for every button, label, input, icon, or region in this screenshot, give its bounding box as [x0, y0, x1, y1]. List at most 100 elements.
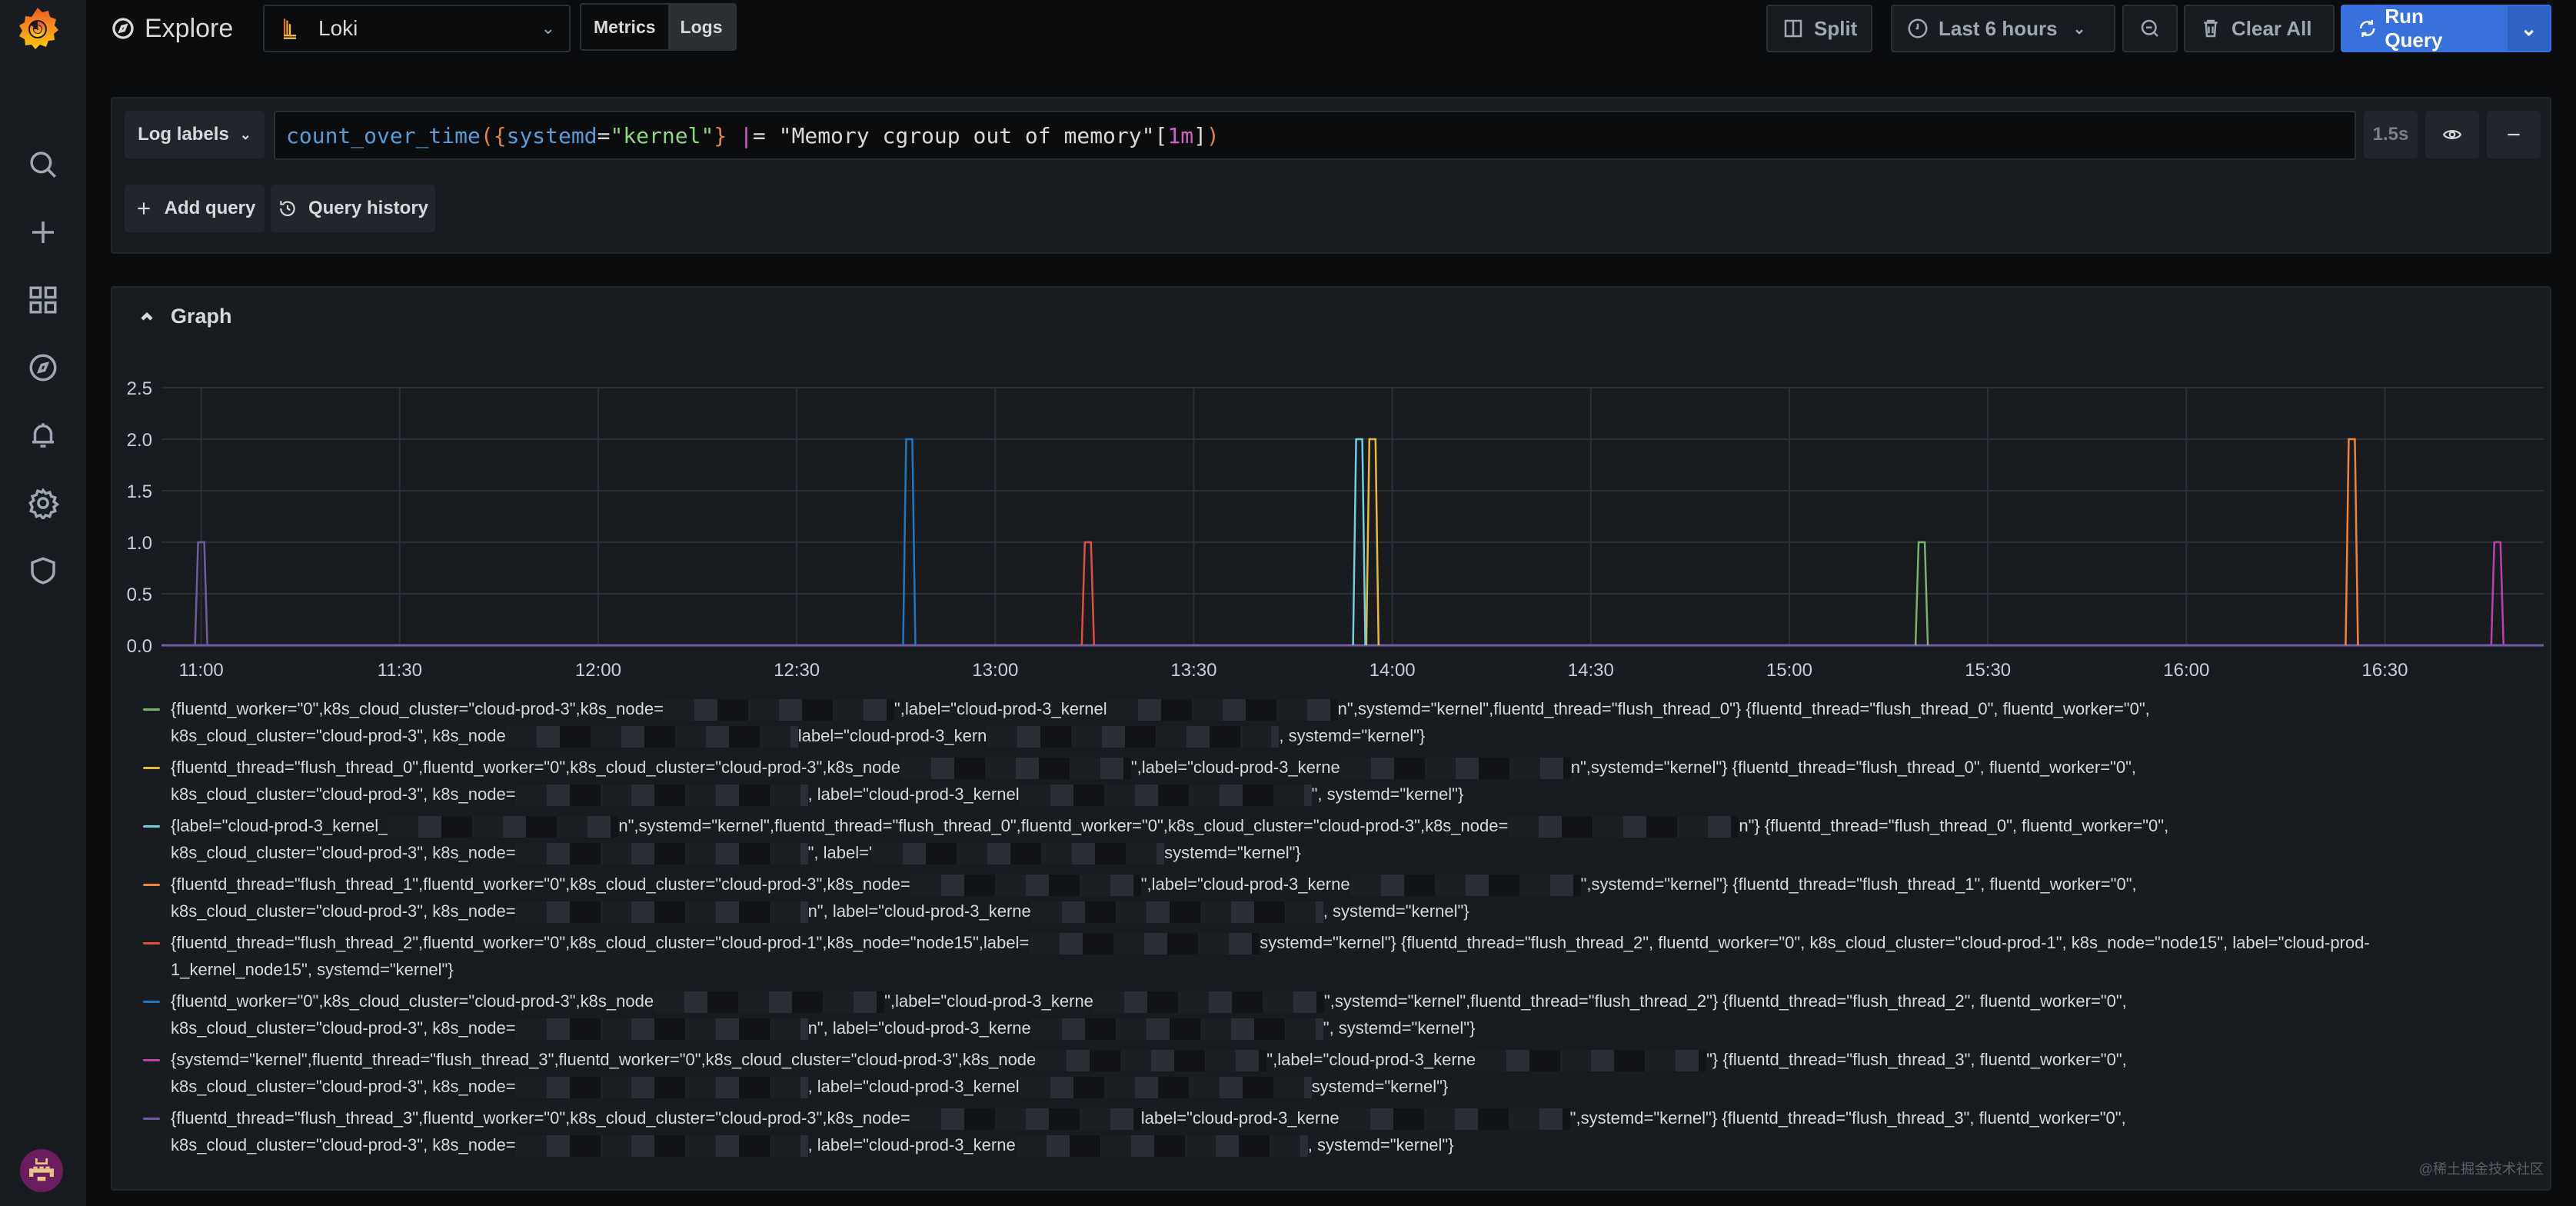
legend-label-line: {fluentd_thread="flush_thread_0",fluentd…: [171, 754, 2473, 781]
legend-label-line: k8s_cloud_cluster="cloud-prod-3", k8s_no…: [171, 839, 2473, 866]
x-tick-label: 14:00: [1370, 660, 1416, 681]
query-token: "kernel": [610, 122, 714, 148]
y-tick-label: 2.0: [127, 430, 152, 451]
redacted-region: [515, 901, 808, 924]
add-query-label: Add query: [164, 198, 256, 218]
zoom-out-button[interactable]: [2122, 5, 2178, 52]
query-token: {: [493, 122, 507, 148]
chevron-down-icon: ⌄: [2072, 20, 2086, 38]
legend-item[interactable]: {fluentd_worker="0",k8s_cloud_cluster="c…: [143, 695, 2473, 754]
toggle-query-visibility-button[interactable]: [2425, 111, 2479, 158]
minus-icon: [2508, 133, 2520, 136]
legend-label-text: {fluentd_thread="flush_thread_0",fluentd…: [171, 758, 900, 777]
history-icon: [280, 201, 295, 217]
legend-color-swatch: [143, 708, 160, 711]
y-tick-label: 0.0: [127, 636, 152, 657]
y-tick-label: 2.5: [127, 378, 152, 399]
x-tick-label: 16:00: [2163, 660, 2209, 681]
y-tick-label: 0.5: [127, 585, 152, 605]
run-query-options-chevron-icon[interactable]: ⌄: [2508, 6, 2550, 51]
query-token: (: [480, 122, 494, 148]
redacted-region: [1030, 901, 1323, 924]
legend-item[interactable]: {fluentd_thread="flush_thread_1",fluentd…: [143, 871, 2473, 929]
time-series-chart[interactable]: 0.0 0.5 1.0 1.5 2.0 2.5 11:00 11:30 12:00 12:30 13…: [112, 288, 2553, 688]
redacted-region: [1030, 1018, 1323, 1041]
legend-item[interactable]: {label="cloud-prod-3_kernel_ n",systemd="…: [143, 812, 2473, 871]
shield-icon[interactable]: [26, 554, 60, 588]
split-button[interactable]: Split: [1766, 5, 1873, 52]
redacted-region: [663, 699, 894, 721]
legend-label-line: {fluentd_thread="flush_thread_1",fluentd…: [171, 871, 2473, 898]
legend-color-swatch: [143, 825, 160, 828]
top-toolbar: Explore Loki ⌄ Metrics Logs Split Last 6…: [86, 0, 2576, 58]
x-tick-label: 11:30: [378, 660, 422, 681]
redacted-region: [1019, 785, 1312, 807]
redacted-region: [515, 785, 808, 807]
x-tick-label: 15:00: [1766, 660, 1812, 681]
legend-label-text: , systemd="kernel"}: [1307, 1135, 1454, 1154]
legend-item[interactable]: {fluentd_thread="flush_thread_2",fluentd…: [143, 929, 2473, 988]
legend-label-text: , label="cloud-prod-3_kernel: [807, 1077, 1020, 1096]
legend-label-text: k8s_cloud_cluster="cloud-prod-3", k8s_no…: [171, 726, 506, 745]
legend-color-swatch: [143, 767, 160, 769]
bell-icon[interactable]: [26, 418, 60, 452]
legend-label-text: ", systemd="kernel"}: [1311, 785, 1464, 804]
legend-item[interactable]: {systemd="kernel",fluentd_thread="flush_…: [143, 1046, 2473, 1104]
remove-query-button[interactable]: [2487, 111, 2541, 158]
add-query-button[interactable]: Add query: [125, 185, 265, 232]
legend-label-text: {fluentd_worker="0",k8s_cloud_cluster="c…: [171, 991, 654, 1011]
redacted-region: [1015, 1135, 1308, 1158]
time-range-label: Last 6 hours: [1939, 16, 2058, 40]
redacted-region: [872, 843, 1165, 865]
legend-item[interactable]: {fluentd_worker="0",k8s_cloud_cluster="c…: [143, 988, 2473, 1046]
legend-label-text: ",label="cloud-prod-3_kernel: [894, 699, 1107, 718]
plus-icon[interactable]: [26, 215, 60, 249]
legend-label-text: 1_kernel_node15", systemd="kernel"}: [171, 960, 454, 979]
legend-label-text: {systemd="kernel",fluentd_thread="flush_…: [171, 1050, 1037, 1069]
redacted-region: [388, 816, 619, 838]
query-input[interactable]: count_over_time({systemd = "kernel"} | = "M…: [274, 111, 2356, 160]
legend-label-text: {label="cloud-prod-3_kernel_: [171, 816, 388, 835]
datasource-picker[interactable]: Loki ⌄: [263, 5, 571, 52]
legend-label-text: k8s_cloud_cluster="cloud-prod-3", k8s_no…: [171, 901, 516, 921]
x-tick-label: 12:30: [774, 660, 820, 681]
clock-icon: [1908, 18, 1928, 38]
x-tick-label: 13:00: [972, 660, 1018, 681]
clear-all-button[interactable]: Clear All: [2184, 5, 2335, 52]
legend-label-text: systemd="kernel"}: [1311, 1077, 1449, 1096]
log-labels-label: Log labels: [138, 124, 229, 145]
legend-item[interactable]: {fluentd_thread="flush_thread_3",fluentd…: [143, 1104, 2473, 1163]
tab-metrics[interactable]: Metrics: [581, 5, 668, 49]
query-history-button[interactable]: Query history: [271, 185, 435, 232]
compass-icon[interactable]: [26, 351, 60, 385]
redacted-region: [1350, 875, 1581, 897]
datasource-name: Loki: [318, 16, 358, 40]
plus-icon: [138, 202, 150, 215]
watermark: @稀土掘金技术社区: [2418, 1161, 2544, 1177]
grafana-logo-icon[interactable]: [15, 5, 60, 52]
apps-grid-icon[interactable]: [26, 283, 60, 317]
legend-label-text: {fluentd_thread="flush_thread_3",fluentd…: [171, 1108, 910, 1128]
gear-icon[interactable]: [26, 486, 60, 520]
query-token: [727, 123, 740, 148]
redacted-region: [1093, 991, 1324, 1014]
legend-label-line: {systemd="kernel",fluentd_thread="flush_…: [171, 1046, 2473, 1073]
split-columns-icon: [1784, 19, 1802, 38]
user-avatar[interactable]: [20, 1149, 63, 1192]
legend-item[interactable]: {fluentd_thread="flush_thread_0",fluentd…: [143, 754, 2473, 812]
run-query-main[interactable]: Run Query: [2342, 5, 2498, 52]
tab-logs[interactable]: Logs: [667, 5, 735, 49]
redacted-region: [1340, 758, 1571, 780]
search-icon[interactable]: [26, 148, 60, 182]
log-labels-button[interactable]: Log labels ⌄: [125, 111, 265, 158]
legend-label-line: k8s_cloud_cluster="cloud-prod-3", k8s_no…: [171, 1073, 2473, 1100]
legend-label-text: ", systemd="kernel"}: [1323, 1018, 1476, 1038]
legend-label-text: ",label="cloud-prod-3_kerne: [1130, 758, 1340, 777]
split-label: Split: [1814, 16, 1858, 40]
legend-label-text: , label="cloud-prod-3_kerne: [807, 1135, 1016, 1154]
legend-label-text: n", label="cloud-prod-3_kerne: [807, 901, 1031, 921]
time-range-picker[interactable]: Last 6 hours ⌄: [1891, 5, 2115, 52]
run-query-button[interactable]: Run Query ⌄: [2341, 5, 2551, 52]
legend-label-line: k8s_cloud_cluster="cloud-prod-3", k8s_no…: [171, 898, 2473, 924]
legend-label-line: {fluentd_thread="flush_thread_3",fluentd…: [171, 1104, 2473, 1131]
